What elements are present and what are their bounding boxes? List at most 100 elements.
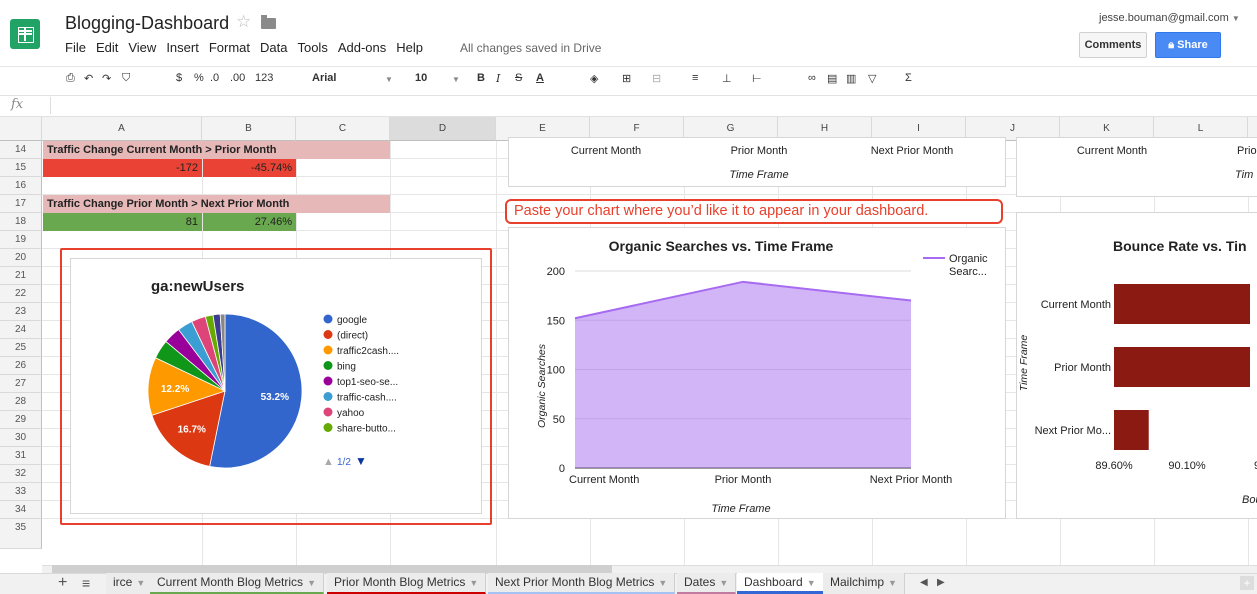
link-icon[interactable]: ∞ <box>808 72 816 84</box>
sheet-tab[interactable]: Current Month Blog Metrics ▼ <box>150 573 324 594</box>
paint-format-icon[interactable]: ⛉ <box>122 72 130 85</box>
row-header[interactable]: 23 <box>0 303 42 321</box>
row-header[interactable]: 27 <box>0 375 42 393</box>
row-header[interactable]: 20 <box>0 249 42 267</box>
row-header[interactable]: 21 <box>0 267 42 285</box>
comment-icon[interactable]: ▤ <box>827 72 837 85</box>
scrollbar-thumb[interactable] <box>52 565 612 573</box>
row-header[interactable]: 32 <box>0 465 42 483</box>
scroll-tabs-left-icon[interactable]: ◀ <box>920 577 928 588</box>
row-header[interactable]: 19 <box>0 231 42 249</box>
all-sheets-button[interactable]: ≡ <box>82 575 90 591</box>
sheet-tab[interactable]: Mailchimp ▼ <box>823 573 905 594</box>
borders-icon[interactable]: ⊞ <box>622 72 631 85</box>
area-chart[interactable]: Organic Searches vs. Time Frame 0 50 100 15… <box>508 227 1006 519</box>
add-sheet-button[interactable]: + <box>58 574 67 592</box>
bar-chart[interactable]: Bounce Rate vs. Tin Current Month Prior M… <box>1016 212 1257 519</box>
row-header[interactable]: 18 <box>0 213 42 231</box>
row-header[interactable]: 22 <box>0 285 42 303</box>
vertical-align-icon[interactable]: ⊥ <box>722 72 732 85</box>
menu-view[interactable]: View <box>128 40 156 55</box>
row-header[interactable]: 31 <box>0 447 42 465</box>
row-header[interactable]: 28 <box>0 393 42 411</box>
percent-format-button[interactable]: % <box>194 72 204 84</box>
functions-button[interactable]: Σ <box>905 72 912 84</box>
row-header[interactable]: 29 <box>0 411 42 429</box>
sheets-logo-icon[interactable] <box>10 19 40 49</box>
share-button[interactable]: 🔒︎ Share <box>1155 32 1221 58</box>
bar[interactable] <box>1114 410 1149 450</box>
folder-icon[interactable] <box>261 15 276 29</box>
bar[interactable] <box>1114 347 1250 387</box>
undo-icon[interactable]: ↶ <box>84 72 93 85</box>
cell-a15[interactable]: -172 <box>43 159 202 177</box>
row-header[interactable]: 14 <box>0 141 42 159</box>
row-header[interactable]: 34 <box>0 501 42 519</box>
row-header[interactable]: 15 <box>0 159 42 177</box>
menu-insert[interactable]: Insert <box>166 40 199 55</box>
chart-above-right[interactable]: Current Month Prior Tim <box>1016 137 1257 197</box>
menu-format[interactable]: Format <box>209 40 250 55</box>
star-icon[interactable]: ☆ <box>236 12 251 32</box>
legend-prev-icon[interactable]: ▲ <box>323 456 334 468</box>
menu-help[interactable]: Help <box>396 40 423 55</box>
pie-chart[interactable]: ga:newUsers 53.2% 16.7% 12.2% google (direc… <box>70 258 482 514</box>
row-header[interactable]: 25 <box>0 339 42 357</box>
font-family-select[interactable]: Arial <box>312 72 336 84</box>
sheet-tab-active[interactable]: Dashboard ▼ <box>737 573 824 594</box>
row-header[interactable]: 30 <box>0 429 42 447</box>
chart-icon[interactable]: ▥ <box>846 72 856 85</box>
cell-a18[interactable]: 81 <box>43 213 202 231</box>
row-header[interactable]: 33 <box>0 483 42 501</box>
spreadsheet-grid[interactable]: A B C D E F G H I J K L 14 15 16 17 18 1… <box>0 117 1257 565</box>
explore-icon[interactable]: + <box>1240 576 1254 590</box>
italic-button[interactable]: I <box>496 72 500 85</box>
row-header[interactable]: 24 <box>0 321 42 339</box>
merge-cells-icon[interactable]: ⊟ <box>652 72 661 85</box>
formula-bar[interactable] <box>0 95 1257 117</box>
menu-addons[interactable]: Add-ons <box>338 40 386 55</box>
legend-pager[interactable]: ▲ 1/2 ▼ <box>323 454 367 468</box>
menu-edit[interactable]: Edit <box>96 40 118 55</box>
cell-b15[interactable]: -45.74% <box>203 159 296 177</box>
chart-above-left[interactable]: Current Month Prior Month Next Prior Mon… <box>508 137 1006 187</box>
cell-a17[interactable]: Traffic Change Prior Month > Next Prior … <box>43 195 390 213</box>
menu-data[interactable]: Data <box>260 40 287 55</box>
comments-button[interactable]: Comments <box>1079 32 1147 58</box>
select-all-corner[interactable] <box>0 117 42 141</box>
sheet-tab[interactable]: Prior Month Blog Metrics ▼ <box>327 573 487 594</box>
column-header[interactable]: C <box>296 117 390 141</box>
increase-decimal-button[interactable]: .00 <box>230 72 245 84</box>
column-header[interactable]: B <box>202 117 296 141</box>
text-color-button[interactable]: A <box>536 72 544 84</box>
cell-a14[interactable]: Traffic Change Current Month > Prior Mon… <box>43 141 390 159</box>
print-icon[interactable]: ⎙ <box>66 72 75 85</box>
font-size-select[interactable]: 10 <box>415 72 427 84</box>
sheet-tab[interactable]: Next Prior Month Blog Metrics ▼ <box>488 573 676 594</box>
cell-b18[interactable]: 27.46% <box>203 213 296 231</box>
legend-next-icon[interactable]: ▼ <box>355 454 367 468</box>
text-wrap-icon[interactable]: ⊢ <box>752 72 762 85</box>
sheet-tab[interactable]: Dates ▼ <box>677 573 737 594</box>
row-header[interactable]: 16 <box>0 177 42 195</box>
row-header[interactable]: 26 <box>0 357 42 375</box>
strikethrough-button[interactable]: S <box>515 72 522 84</box>
document-title[interactable]: Blogging-Dashboard <box>65 13 229 34</box>
redo-icon[interactable]: ↷ <box>102 72 111 85</box>
column-header[interactable]: D <box>390 117 496 141</box>
account-email[interactable]: jesse.bouman@gmail.com ▼ <box>1099 12 1240 24</box>
more-formats-button[interactable]: 123 <box>255 72 273 84</box>
horizontal-align-icon[interactable]: ≡ <box>692 72 698 84</box>
column-header[interactable]: A <box>42 117 202 141</box>
decrease-decimal-button[interactable]: .0 <box>210 72 219 84</box>
row-header[interactable]: 17 <box>0 195 42 213</box>
fill-color-icon[interactable]: ◈ <box>590 72 598 85</box>
scroll-tabs-right-icon[interactable]: ▶ <box>937 577 945 588</box>
row-header[interactable]: 35 <box>0 519 42 549</box>
currency-format-button[interactable]: $ <box>176 72 182 84</box>
menu-file[interactable]: File <box>65 40 86 55</box>
sheet-tab[interactable]: irce ▼ <box>106 573 154 594</box>
save-status[interactable]: All changes saved in Drive <box>460 41 601 55</box>
bar[interactable] <box>1114 284 1250 324</box>
filter-icon[interactable]: ▽ <box>868 72 876 85</box>
